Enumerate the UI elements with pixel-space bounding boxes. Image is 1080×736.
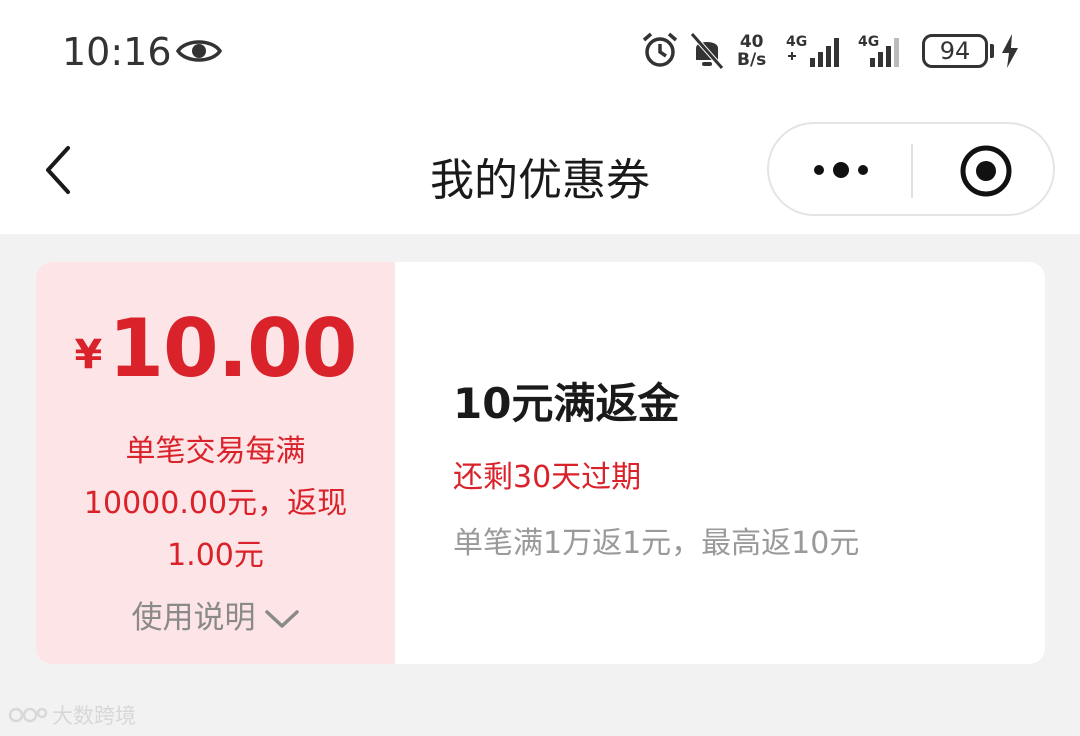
usage-instructions-toggle[interactable]: 使用说明 <box>36 592 395 638</box>
signal-icon: 4G <box>786 32 848 74</box>
battery-icon: 94 <box>922 34 988 68</box>
close-miniprogram-icon <box>960 145 1012 197</box>
watermark-text: 大数跨境 <box>52 704 136 728</box>
miniprogram-capsule <box>767 122 1055 216</box>
status-time: 10:16 <box>62 30 172 74</box>
rule-line: 单笔交易每满 <box>125 434 306 469</box>
rule-line: 1.00元 <box>167 538 264 573</box>
coupon-rule: 单笔交易每满 10000.00元，返现 1.00元 <box>56 426 375 582</box>
alarm-icon <box>640 30 680 74</box>
nav-bar: 我的优惠券 <box>0 100 1080 234</box>
watermark-logo-icon <box>8 707 48 723</box>
eye-icon <box>175 35 223 71</box>
charging-icon <box>1000 34 1020 72</box>
watermark: 大数跨境 <box>8 700 136 730</box>
net-speed-value: 40 <box>739 32 764 52</box>
battery-tip <box>990 44 994 58</box>
chevron-down-icon <box>264 602 300 638</box>
coupon-info-panel: 10元满返金 还剩30天过期 单笔满1万返1元，最高返10元 <box>395 262 1045 664</box>
more-button[interactable] <box>809 154 873 186</box>
status-bar: 10:16 40 B/s 4G 4G 94 <box>0 0 1080 100</box>
coupon-value-panel: ¥10.00 单笔交易每满 10000.00元，返现 1.00元 使用说明 <box>36 262 395 664</box>
signal-icon: 4G <box>858 32 914 74</box>
capsule-divider <box>911 144 913 198</box>
coupon-title: 10元满返金 <box>453 379 680 428</box>
more-dots-icon <box>814 162 868 178</box>
sim1-label: 4G <box>786 34 807 50</box>
bell-off-icon <box>688 30 726 74</box>
coupon-expiry: 还剩30天过期 <box>453 460 642 495</box>
rule-line: 10000.00元，返现 <box>83 486 348 521</box>
amount-value: 10.00 <box>108 302 357 395</box>
net-speed-unit: B/s <box>737 50 767 70</box>
net-speed: 40 B/s <box>737 33 766 69</box>
coupon-amount: ¥10.00 <box>36 302 395 395</box>
close-miniprogram-button[interactable] <box>959 144 1013 198</box>
currency-symbol: ¥ <box>74 332 103 378</box>
sim2-label: 4G <box>858 34 879 50</box>
coupon-card[interactable]: ¥10.00 单笔交易每满 10000.00元，返现 1.00元 使用说明 10… <box>36 262 1045 664</box>
coupon-description: 单笔满1万返1元，最高返10元 <box>453 526 860 561</box>
usage-label: 使用说明 <box>131 600 256 636</box>
